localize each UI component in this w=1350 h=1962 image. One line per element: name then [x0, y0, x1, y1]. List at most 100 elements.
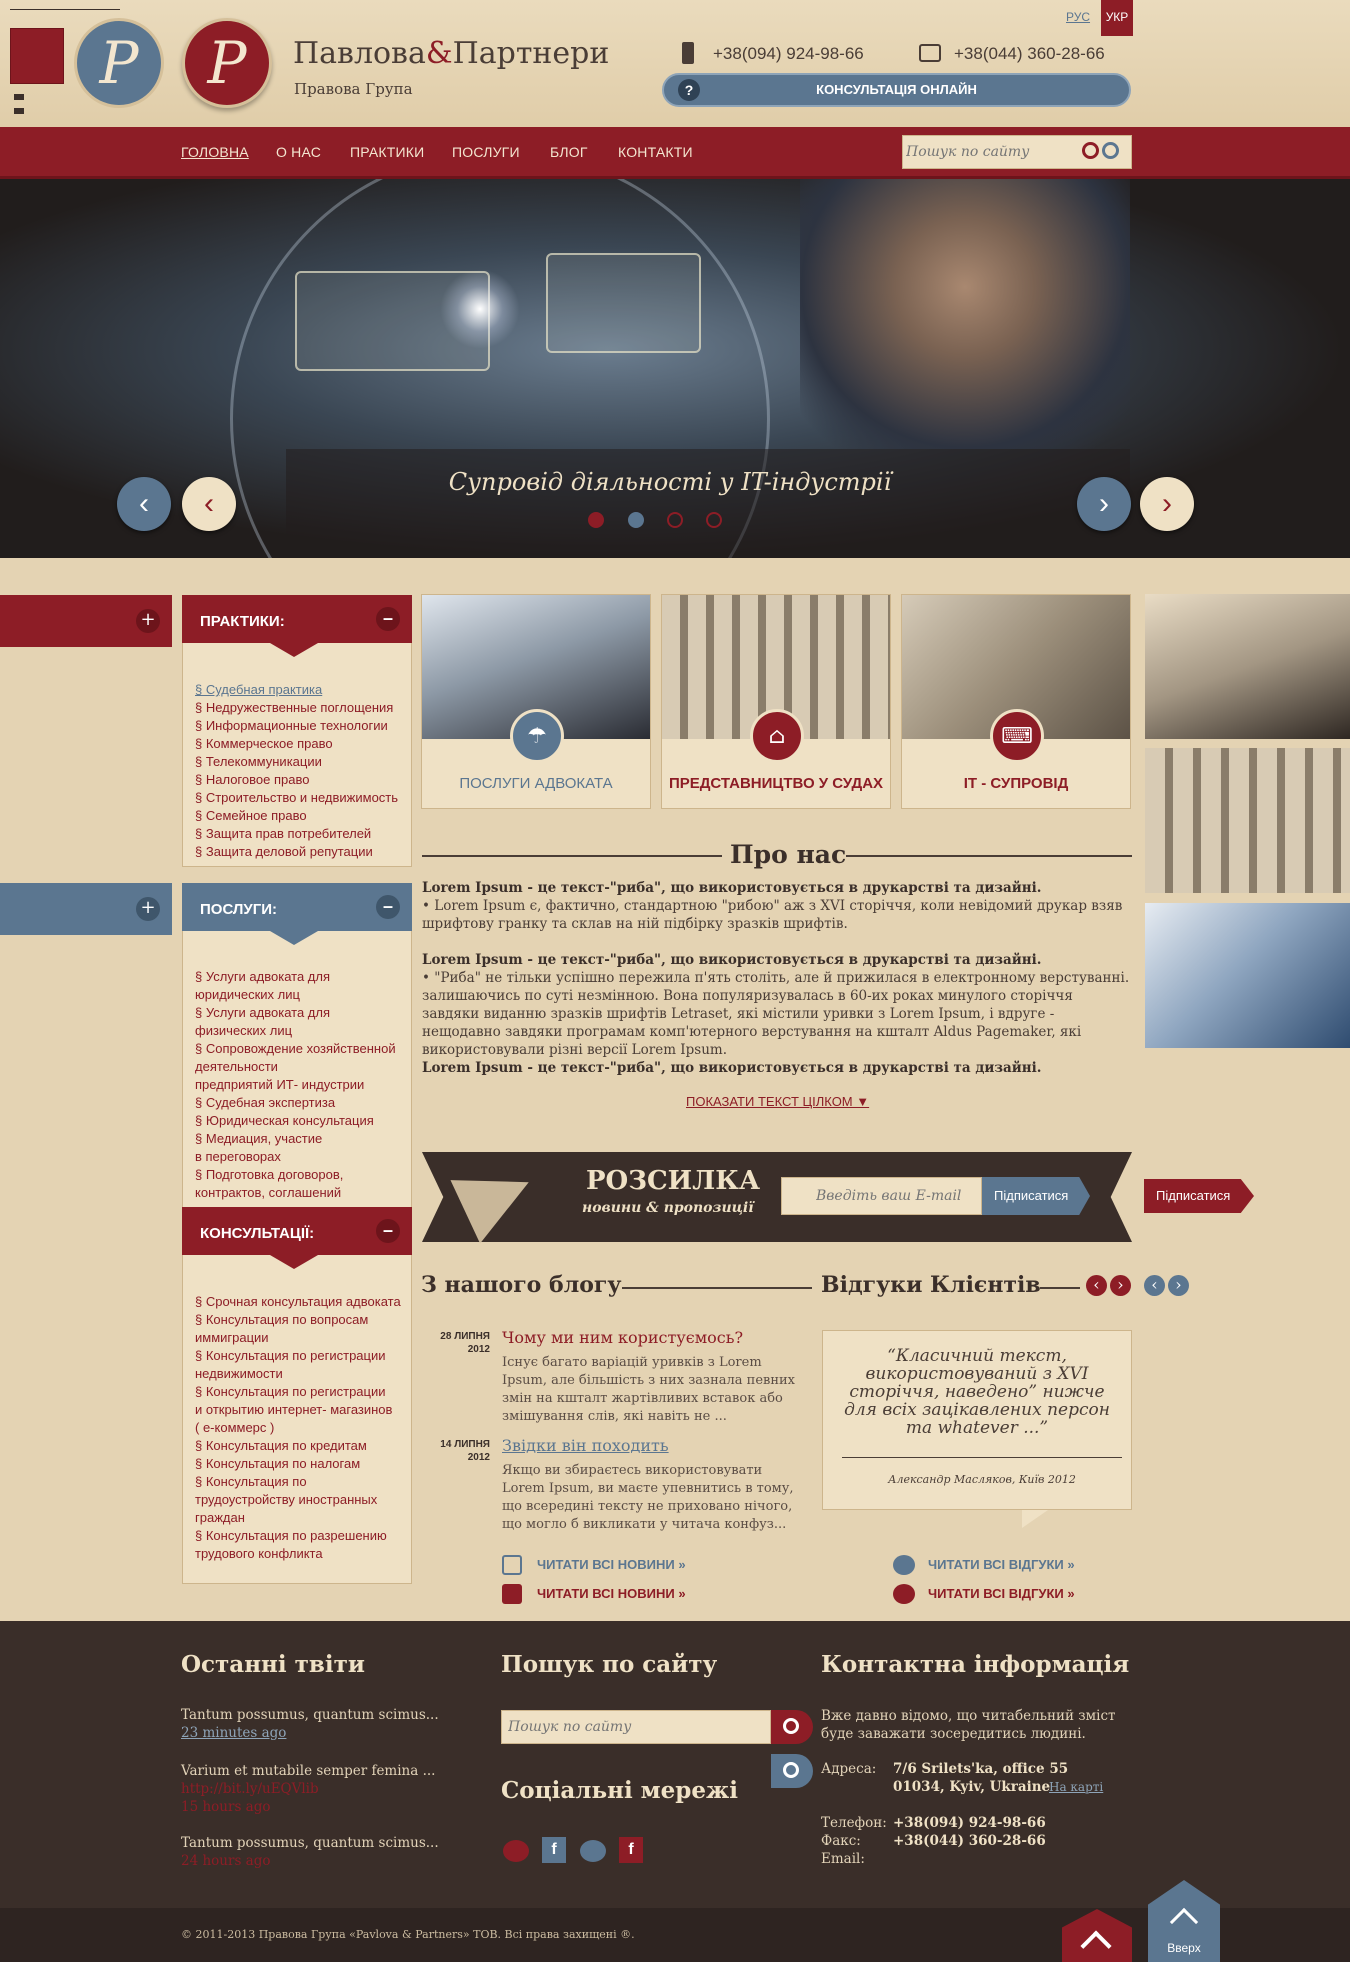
service-card-it[interactable]: ⌨ IT - СУПРОВІД — [901, 594, 1131, 809]
slider-dot-2[interactable] — [628, 512, 644, 528]
practice-item[interactable]: § Защита деловой репутации — [195, 843, 398, 861]
footer-search-button[interactable] — [771, 1710, 813, 1744]
show-more-link[interactable]: ПОКАЗАТИ ТЕКСТ ЦІЛКОМ ▼ — [686, 1094, 869, 1109]
nav-blog[interactable]: БЛОГ — [550, 144, 588, 160]
practice-item[interactable]: § Защита прав потребителей — [195, 825, 398, 843]
prev-arrow-alt[interactable]: ‹ — [117, 477, 171, 531]
logo-alt[interactable]: P — [74, 18, 164, 108]
service-item[interactable]: § Сопровождение хозяйственной — [195, 1040, 396, 1058]
slider-dot-1[interactable] — [588, 512, 604, 528]
nav-services[interactable]: ПОСЛУГИ — [452, 144, 520, 160]
blog-post-text-2: Якщо ви збираєтесь використовувати Lorem… — [502, 1463, 794, 1532]
facebook-icon[interactable]: f — [619, 1837, 643, 1863]
search-icon-alt[interactable] — [1102, 142, 1119, 159]
consult-item[interactable]: § Консультация по налогам — [195, 1455, 401, 1473]
service-item[interactable]: § Услуги адвоката для — [195, 968, 396, 986]
next-arrow-alt[interactable]: › — [1077, 477, 1131, 531]
practice-item[interactable]: § Телекоммуникации — [195, 753, 398, 771]
footer-search-button-alt[interactable] — [771, 1754, 813, 1788]
nav-about[interactable]: О НАС — [276, 144, 321, 160]
map-link[interactable]: На карті — [1049, 1780, 1103, 1794]
read-all-news-alt[interactable]: ЧИТАТИ ВСІ НОВИНИ » — [537, 1557, 686, 1572]
consult-item[interactable]: иммиграции — [195, 1329, 401, 1347]
read-all-reviews-alt[interactable]: ЧИТАТИ ВСІ ВІДГУКИ » — [928, 1557, 1075, 1572]
twitter-icon-alt[interactable] — [580, 1840, 606, 1862]
prev-arrow[interactable]: ‹ — [182, 477, 236, 531]
read-all-news[interactable]: ЧИТАТИ ВСІ НОВИНИ » — [537, 1586, 686, 1601]
consult-item[interactable]: § Консультация по вопросам — [195, 1311, 401, 1329]
practice-item[interactable]: § Налоговое право — [195, 771, 398, 789]
consult-item[interactable]: § Консультация по кредитам — [195, 1437, 401, 1455]
subscribe-button-alt[interactable]: Підписатися — [1144, 1179, 1254, 1213]
read-all-reviews[interactable]: ЧИТАТИ ВСІ ВІДГУКИ » — [928, 1586, 1075, 1601]
brand-name[interactable]: Павлова&Партнери — [293, 36, 609, 71]
subscribe-button[interactable]: Підписатися — [982, 1177, 1090, 1215]
slider-dot-4[interactable] — [706, 512, 722, 528]
practice-item[interactable]: § Коммерческое право — [195, 735, 398, 753]
service-item[interactable]: физических лиц — [195, 1022, 396, 1040]
service-card-court[interactable]: ⌂ ПРЕДСТАВНИЦТВО У СУДАХ — [661, 594, 891, 809]
consult-online-button[interactable]: ? КОНСУЛЬТАЦІЯ ОНЛАЙН — [662, 73, 1131, 107]
menu-toggle[interactable] — [10, 28, 64, 84]
tweet-time[interactable]: 23 minutes ago — [181, 1725, 286, 1741]
practice-item[interactable]: § Строительство и недвижимость — [195, 789, 398, 807]
scroll-up-button[interactable] — [1062, 1909, 1132, 1962]
service-item[interactable]: деятельности — [195, 1058, 396, 1076]
consult-item[interactable]: § Срочная консультация адвоката — [195, 1293, 401, 1311]
practice-item[interactable]: § Судебная практика — [195, 681, 398, 699]
practice-item[interactable]: § Недружественные поглощения — [195, 699, 398, 717]
service-item[interactable]: предприятий ИТ- индустрии — [195, 1076, 396, 1094]
service-item[interactable]: § Юридическая консультация — [195, 1112, 396, 1130]
search-icon[interactable] — [1082, 142, 1099, 159]
reviews-next-alt[interactable]: › — [1168, 1275, 1189, 1296]
tweet-link[interactable]: http://bit.ly/uEQVlib — [181, 1781, 319, 1797]
nav-home[interactable]: ГОЛОВНА — [181, 144, 249, 160]
logo[interactable]: P — [182, 18, 272, 108]
consult-item[interactable]: граждан — [195, 1509, 401, 1527]
consult-header[interactable]: КОНСУЛЬТАЦІЇ: – — [182, 1207, 412, 1255]
consult-item[interactable]: трудоустройству иностранных — [195, 1491, 401, 1509]
newsletter-email-input[interactable] — [816, 1183, 976, 1209]
reviews-prev-alt[interactable]: ‹ — [1144, 1275, 1165, 1296]
blog-post-title-1[interactable]: Чому ми ним користуємось? — [502, 1328, 743, 1347]
consult-item[interactable]: § Консультация по — [195, 1473, 401, 1491]
lang-ru[interactable]: РУС — [1066, 10, 1090, 24]
nav-search-input[interactable] — [906, 139, 1076, 165]
minus-icon[interactable]: – — [376, 895, 400, 919]
lang-uk[interactable]: УКР — [1101, 0, 1133, 36]
service-item[interactable]: § Судебная экспертиза — [195, 1094, 396, 1112]
service-item[interactable]: в переговорах — [195, 1148, 396, 1166]
twitter-icon[interactable] — [503, 1840, 529, 1862]
consult-item[interactable]: недвижимости — [195, 1365, 401, 1383]
consult-item[interactable]: § Консультация по регистрации — [195, 1383, 401, 1401]
minus-icon[interactable]: – — [376, 1219, 400, 1243]
services-header[interactable]: ПОСЛУГИ: – — [182, 883, 412, 931]
about-p2: Lorem Ipsum - це текст-"риба", що викори… — [422, 951, 1132, 1059]
blog-post-title-2[interactable]: Звідки він походить — [502, 1436, 669, 1455]
minus-icon[interactable]: – — [376, 607, 400, 631]
practices-header[interactable]: ПРАКТИКИ: – — [182, 595, 412, 643]
facebook-icon-alt[interactable]: f — [542, 1837, 566, 1863]
next-arrow[interactable]: › — [1140, 477, 1194, 531]
practice-item[interactable]: § Семейное право — [195, 807, 398, 825]
service-card-lawyer[interactable]: ☂ ПОСЛУГИ АДВОКАТА — [421, 594, 651, 809]
consult-item[interactable]: § Консультация по регистрации — [195, 1347, 401, 1365]
reviews-prev[interactable]: ‹ — [1086, 1275, 1107, 1296]
service-item[interactable]: § Подготовка договоров, — [195, 1166, 396, 1184]
service-item[interactable]: § Услуги адвоката для — [195, 1004, 396, 1022]
consult-item[interactable]: трудового конфликта — [195, 1545, 401, 1563]
consult-item[interactable]: и открытию интернет- магазинов — [195, 1401, 401, 1419]
footer-search-input[interactable] — [508, 1714, 763, 1740]
service-item[interactable]: юридических лиц — [195, 986, 396, 1004]
nav-practices[interactable]: ПРАКТИКИ — [350, 144, 424, 160]
service-item[interactable]: § Медиация, участие — [195, 1130, 396, 1148]
services-tab-alt[interactable]: + — [0, 883, 172, 935]
practices-tab-alt[interactable]: + — [0, 595, 172, 647]
slider-dot-3[interactable] — [667, 512, 683, 528]
practice-item[interactable]: § Информационные технологии — [195, 717, 398, 735]
nav-contacts[interactable]: КОНТАКТИ — [618, 144, 693, 160]
consult-item[interactable]: ( е-коммерс ) — [195, 1419, 401, 1437]
reviews-next[interactable]: › — [1110, 1275, 1131, 1296]
service-item[interactable]: контрактов, соглашений — [195, 1184, 396, 1202]
consult-item[interactable]: § Консультация по разрешению — [195, 1527, 401, 1545]
